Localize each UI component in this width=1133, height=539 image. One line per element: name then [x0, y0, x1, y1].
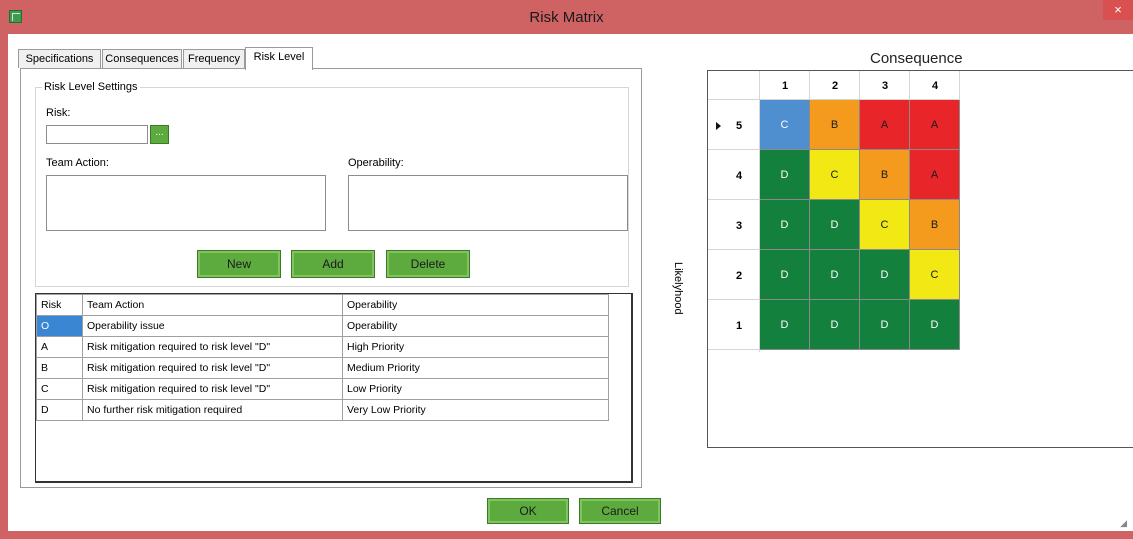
resize-grip-icon[interactable]: ◢: [1120, 518, 1127, 529]
operability-textarea[interactable]: [348, 175, 628, 231]
delete-button[interactable]: Delete: [386, 250, 470, 278]
table-row[interactable]: D No further risk mitigation required Ve…: [36, 399, 609, 421]
likelihood-axis-label: Likelyhood: [672, 262, 684, 315]
matrix-column-header: 2: [831, 80, 839, 92]
tab-consequences[interactable]: Consequences: [102, 49, 182, 68]
matrix-header-gridline: [959, 71, 960, 100]
matrix-cell[interactable]: D: [810, 250, 860, 300]
table-row[interactable]: O Operability issue Operability: [36, 315, 609, 337]
matrix-cell[interactable]: D: [760, 250, 810, 300]
matrix-cell[interactable]: D: [810, 200, 860, 250]
risk-cell[interactable]: O: [36, 315, 83, 337]
table-row[interactable]: C Risk mitigation required to risk level…: [36, 378, 609, 400]
tab-frequency[interactable]: Frequency: [183, 49, 245, 68]
title-bar: Risk Matrix ×: [0, 0, 1133, 34]
team-action-cell[interactable]: Risk mitigation required to risk level "…: [82, 357, 343, 379]
column-header-operability[interactable]: Operability: [342, 294, 609, 316]
matrix-row-header: 2: [736, 270, 743, 282]
column-header-risk[interactable]: Risk: [36, 294, 83, 316]
operability-cell[interactable]: Medium Priority: [342, 357, 609, 379]
close-button[interactable]: ×: [1103, 0, 1133, 20]
matrix-row-gridline: [708, 299, 760, 300]
window-title: Risk Matrix: [529, 9, 604, 26]
operability-cell[interactable]: Low Priority: [342, 378, 609, 400]
matrix-row-gridline: [708, 249, 760, 250]
matrix-cell[interactable]: C: [760, 100, 810, 150]
team-action-textarea[interactable]: [46, 175, 326, 231]
matrix-column-header: 1: [781, 80, 789, 92]
matrix-column-header: 3: [881, 80, 889, 92]
matrix-row-header: 4: [736, 170, 743, 182]
risk-cell[interactable]: D: [36, 399, 83, 421]
risk-input[interactable]: [46, 125, 148, 144]
matrix-cell[interactable]: D: [760, 150, 810, 200]
matrix-row-header: 1: [736, 320, 743, 332]
matrix-title: Consequence: [870, 50, 963, 67]
operability-cell[interactable]: Very Low Priority: [342, 399, 609, 421]
matrix-cell[interactable]: C: [860, 200, 910, 250]
operability-label: Operability:: [348, 157, 404, 169]
matrix-cell[interactable]: B: [810, 100, 860, 150]
matrix-cell[interactable]: D: [810, 300, 860, 350]
matrix-cell[interactable]: D: [860, 250, 910, 300]
risk-cell[interactable]: C: [36, 378, 83, 400]
matrix-cell[interactable]: D: [760, 200, 810, 250]
risk-cell[interactable]: B: [36, 357, 83, 379]
current-row-indicator-icon: [716, 122, 721, 130]
column-header-team-action[interactable]: Team Action: [82, 294, 343, 316]
matrix-cell[interactable]: A: [860, 100, 910, 150]
team-action-cell[interactable]: Risk mitigation required to risk level "…: [82, 378, 343, 400]
risk-browse-button[interactable]: ...: [150, 125, 169, 144]
matrix-cell[interactable]: B: [860, 150, 910, 200]
matrix-row-gridline: [708, 149, 760, 150]
matrix-row-header: 5: [736, 120, 743, 132]
ok-button[interactable]: OK: [487, 498, 569, 524]
team-action-label: Team Action:: [46, 157, 109, 169]
risk-level-table: Risk Team Action Operability O Operabili…: [36, 294, 609, 421]
matrix-cell[interactable]: B: [910, 200, 960, 250]
operability-cell[interactable]: Operability: [342, 315, 609, 337]
matrix-cell[interactable]: C: [810, 150, 860, 200]
matrix-cell[interactable]: A: [910, 100, 960, 150]
matrix-cell[interactable]: C: [910, 250, 960, 300]
new-button[interactable]: New: [197, 250, 281, 278]
settings-legend: Risk Level Settings: [44, 81, 138, 93]
tab-specifications[interactable]: Specifications: [18, 49, 101, 68]
team-action-cell[interactable]: Risk mitigation required to risk level "…: [82, 336, 343, 358]
add-button[interactable]: Add: [291, 250, 375, 278]
table-header-row: Risk Team Action Operability: [36, 294, 609, 316]
matrix-row-header: 3: [736, 220, 743, 232]
matrix-row-gridline: [708, 349, 760, 350]
matrix-cell[interactable]: D: [860, 300, 910, 350]
cancel-button[interactable]: Cancel: [579, 498, 661, 524]
risk-label: Risk:: [46, 107, 71, 119]
team-action-cell[interactable]: Operability issue: [82, 315, 343, 337]
risk-level-tab-panel: Risk Level Settings Risk: ... Team Actio…: [20, 68, 642, 488]
risk-cell[interactable]: A: [36, 336, 83, 358]
matrix-column-header: 4: [931, 80, 939, 92]
matrix-cell[interactable]: D: [910, 300, 960, 350]
operability-cell[interactable]: High Priority: [342, 336, 609, 358]
tab-risk-level[interactable]: Risk Level: [245, 47, 313, 70]
matrix-cell[interactable]: D: [760, 300, 810, 350]
risk-level-settings-group: Risk Level Settings Risk: ... Team Actio…: [35, 81, 629, 287]
table-row[interactable]: B Risk mitigation required to risk level…: [36, 357, 609, 379]
matrix-cell[interactable]: A: [910, 150, 960, 200]
team-action-cell[interactable]: No further risk mitigation required: [82, 399, 343, 421]
table-row[interactable]: A Risk mitigation required to risk level…: [36, 336, 609, 358]
risk-level-grid: Risk Team Action Operability O Operabili…: [35, 293, 633, 483]
matrix-row-gridline: [708, 199, 760, 200]
